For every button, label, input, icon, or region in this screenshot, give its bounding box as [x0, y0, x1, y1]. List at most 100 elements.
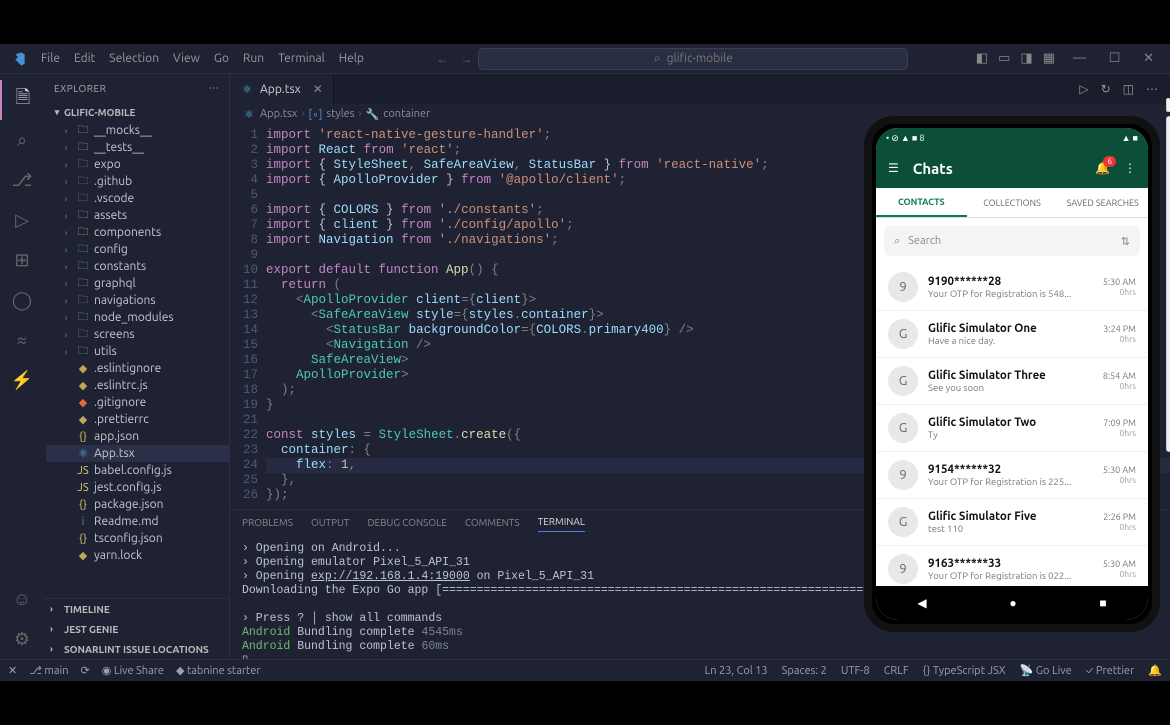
file-package.json[interactable]: {}package.json [46, 496, 229, 513]
chat-row[interactable]: 99190******28Your OTP for Registration i… [876, 264, 1148, 311]
menu-go[interactable]: Go [207, 52, 236, 65]
activity-extensions-icon[interactable]: ⊞ [0, 240, 44, 280]
menu-help[interactable]: Help [332, 52, 371, 65]
menu-terminal[interactable]: Terminal [271, 52, 332, 65]
activity-run-debug-icon[interactable]: ▷ [0, 200, 44, 240]
panel-tab-problems[interactable]: PROBLEMS [242, 517, 293, 532]
status-item[interactable]: CRLF [884, 665, 909, 677]
chat-row[interactable]: GGlific Simulator ThreeSee you soon8:54 … [876, 358, 1148, 405]
activity-accounts-icon[interactable]: ☺ [0, 579, 44, 619]
editor-tab-app-tsx[interactable]: ⚛ App.tsx ✕ [230, 74, 334, 104]
folder-navigations[interactable]: ›🗀navigations [46, 292, 229, 309]
section-timeline[interactable]: ›TIMELINE [44, 599, 229, 619]
menu-view[interactable]: View [166, 52, 207, 65]
app-tab-saved-searches[interactable]: SAVED SEARCHES [1057, 188, 1148, 217]
panel-tab-output[interactable]: OUTPUT [311, 517, 350, 532]
window-close-icon[interactable]: ✕ [1133, 51, 1164, 65]
folder-utils[interactable]: ›🗀utils [46, 343, 229, 360]
folder-assets[interactable]: ›🗀assets [46, 207, 229, 224]
command-center[interactable]: ⌕ glific-mobile [478, 48, 908, 70]
status-item[interactable]: {} TypeScript JSX [923, 665, 1006, 677]
close-tab-icon[interactable]: ✕ [307, 82, 323, 96]
file-.gitignore[interactable]: ◆.gitignore [46, 394, 229, 411]
status-item[interactable]: 📡 Go Live [1020, 664, 1072, 677]
chat-list[interactable]: 99190******28Your OTP for Registration i… [876, 264, 1148, 586]
activity-search-icon[interactable]: ⌕ [0, 120, 44, 160]
hamburger-icon[interactable]: ☰ [888, 161, 899, 175]
layout-sidebar-right-icon[interactable]: ◨ [1020, 51, 1032, 66]
file-.prettierrc[interactable]: ◆.prettierrc [46, 411, 229, 428]
section-sonarlint-issue-locations[interactable]: ›SONARLINT ISSUE LOCATIONS [44, 639, 229, 659]
chat-row[interactable]: 99154******32Your OTP for Registration i… [876, 452, 1148, 499]
activity-sonar-icon[interactable]: ≈ [0, 320, 44, 360]
panel-tab-terminal[interactable]: TERMINAL [538, 516, 585, 532]
sidebar-more-icon[interactable]: ⋯ [209, 82, 220, 94]
app-tab-collections[interactable]: COLLECTIONS [967, 188, 1058, 217]
window-maximize-icon[interactable]: ☐ [1099, 51, 1131, 65]
status-item[interactable]: Ln 23, Col 13 [705, 665, 768, 677]
chat-row[interactable]: GGlific Simulator Fivetest 1102:26 PM0hr… [876, 499, 1148, 546]
file-jest.config.js[interactable]: JSjest.config.js [46, 479, 229, 496]
folder-graphql[interactable]: ›🗀graphql [46, 275, 229, 292]
status-item[interactable]: ✕ [8, 664, 17, 677]
file-tsconfig.json[interactable]: {}tsconfig.json [46, 530, 229, 547]
layout-sidebar-left-icon[interactable]: ◧ [976, 51, 988, 66]
panel-tab-comments[interactable]: COMMENTS [465, 517, 520, 532]
file-babel.config.js[interactable]: JSbabel.config.js [46, 462, 229, 479]
status-item[interactable]: Spaces: 2 [782, 665, 827, 677]
nav-forward-icon[interactable]: → [454, 53, 478, 66]
file-app.json[interactable]: {}app.json [46, 428, 229, 445]
file-App.tsx[interactable]: ⚛App.tsx [46, 445, 229, 462]
file-Readme.md[interactable]: iReadme.md [46, 513, 229, 530]
activity-explorer-icon[interactable]: 🗎 [0, 80, 44, 120]
folder-expo[interactable]: ›🗀expo [46, 156, 229, 173]
folder-.github[interactable]: ›🗀.github [46, 173, 229, 190]
menu-run[interactable]: Run [236, 52, 271, 65]
folder-constants[interactable]: ›🗀constants [46, 258, 229, 275]
layout-customize-icon[interactable]: ▦ [1043, 51, 1055, 66]
breadcrumb-item[interactable]: container [383, 108, 430, 120]
editor-more-icon[interactable]: ⋯ [1146, 82, 1158, 96]
menu-edit[interactable]: Edit [67, 52, 102, 65]
menu-selection[interactable]: Selection [102, 52, 166, 65]
nav-back-icon[interactable]: ← [430, 53, 454, 66]
search-field[interactable]: ⌕ Search ⇅ [884, 226, 1140, 256]
chat-row[interactable]: GGlific Simulator OneHave a nice day.3:2… [876, 311, 1148, 358]
nav-home-icon[interactable]: ● [1009, 596, 1016, 610]
folder-config[interactable]: ›🗀config [46, 241, 229, 258]
activity-bolt-icon[interactable]: ⚡ [0, 360, 44, 400]
status-item[interactable]: ⎇ main [29, 664, 68, 677]
file-.eslintrc.js[interactable]: ◆.eslintrc.js [46, 377, 229, 394]
nav-back-icon[interactable]: ◀ [917, 596, 926, 610]
status-item[interactable]: ◆ tabnine starter [176, 664, 261, 677]
status-item[interactable]: ◉ Live Share [102, 664, 164, 677]
status-item[interactable]: ⟳ [81, 664, 90, 677]
activity-scm-icon[interactable]: ⎇ [0, 160, 44, 200]
project-section-header[interactable]: ▾ GLIFIC-MOBILE [44, 102, 229, 122]
folder-node_modules[interactable]: ›🗀node_modules [46, 309, 229, 326]
breadcrumb-item[interactable]: styles [326, 108, 354, 120]
chat-row[interactable]: 99163******33Your OTP for Registration i… [876, 546, 1148, 586]
status-item[interactable]: ✓ Prettier [1086, 665, 1135, 677]
activity-github-icon[interactable]: ◯ [0, 280, 44, 320]
status-item[interactable]: UTF-8 [841, 665, 870, 677]
filter-icon[interactable]: ⇅ [1121, 235, 1130, 248]
folder-screens[interactable]: ›🗀screens [46, 326, 229, 343]
menu-file[interactable]: File [34, 52, 67, 65]
activity-settings-icon[interactable]: ⚙ [0, 619, 44, 659]
folder-__mocks__[interactable]: ›🗀__mocks__ [46, 122, 229, 139]
notifications-button[interactable]: 🔔6 [1095, 161, 1110, 175]
split-editor-icon[interactable]: ◫ [1123, 82, 1134, 96]
folder-.vscode[interactable]: ›🗀.vscode [46, 190, 229, 207]
history-icon[interactable]: ↻ [1101, 82, 1111, 96]
file-.eslintignore[interactable]: ◆.eslintignore [46, 360, 229, 377]
app-tab-contacts[interactable]: CONTACTS [876, 188, 967, 217]
file-yarn.lock[interactable]: ◆yarn.lock [46, 547, 229, 564]
folder-__tests__[interactable]: ›🗀__tests__ [46, 139, 229, 156]
run-icon[interactable]: ▷ [1079, 82, 1088, 96]
section-jest-genie[interactable]: ›JEST GENIE [44, 619, 229, 639]
chat-row[interactable]: GGlific Simulator TwoTy7:09 PM0hrs [876, 405, 1148, 452]
layout-panel-icon[interactable]: ▭ [998, 51, 1010, 66]
nav-recents-icon[interactable]: ■ [1099, 596, 1106, 610]
app-more-icon[interactable]: ⋮ [1124, 161, 1136, 175]
